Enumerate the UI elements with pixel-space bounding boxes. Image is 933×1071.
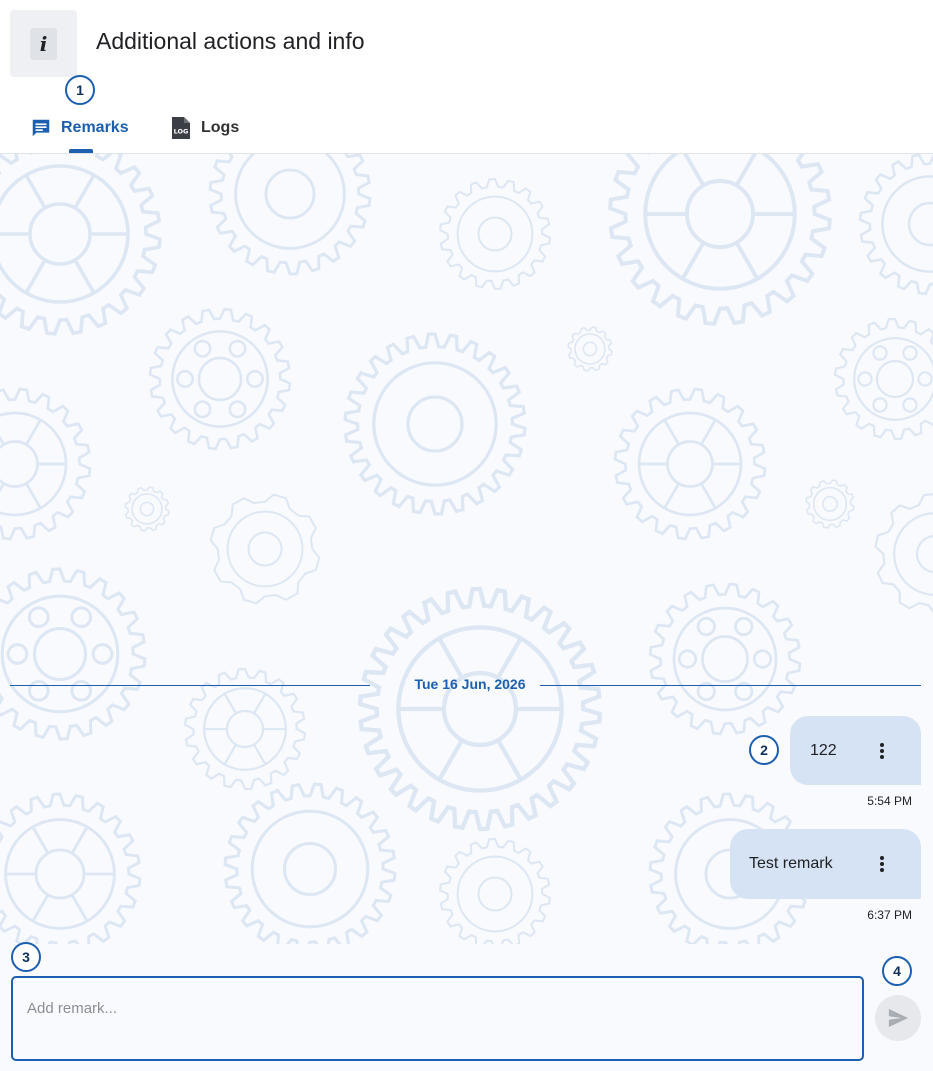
svg-text:LOG: LOG [174, 128, 189, 136]
active-tab-indicator [69, 149, 93, 153]
remarks-thread[interactable]: Tue 16 Jun, 2026 122 5:54 PM Test remark [0, 154, 933, 944]
gear-shape [0, 387, 92, 541]
message-time: 6:37 PM [867, 908, 912, 922]
date-label: Tue 16 Jun, 2026 [414, 676, 526, 692]
panel-title: Additional actions and info [96, 28, 365, 54]
date-separator-line-left [10, 685, 370, 686]
callout-2: 2 [749, 735, 779, 765]
gear-shape [439, 837, 551, 944]
more-vert-icon [880, 856, 884, 872]
message-menu-button[interactable] [877, 716, 887, 785]
message-text: 122 [810, 741, 837, 759]
gear-shape [0, 567, 147, 741]
callout-1: 1 [65, 75, 95, 105]
send-icon [888, 1008, 908, 1028]
gear-shape [648, 582, 802, 736]
gear-shape [208, 154, 372, 276]
remark-input[interactable] [11, 976, 864, 1061]
gear-shape [439, 177, 551, 291]
gear-shape [608, 154, 832, 326]
message-menu-button[interactable] [877, 829, 887, 899]
message-text: Test remark [749, 855, 833, 872]
message-bubble: 122 [790, 716, 921, 785]
callout-4: 4 [882, 956, 912, 986]
gear-shape [343, 332, 527, 516]
info-icon: i [30, 28, 57, 60]
tab-logs[interactable]: LOG Logs [170, 110, 239, 146]
date-separator-line-right [540, 685, 921, 686]
comment-icon [32, 119, 50, 137]
tab-remarks[interactable]: Remarks [30, 110, 129, 146]
tab-bar: Remarks LOG Logs [0, 80, 933, 154]
more-vert-icon [880, 742, 884, 759]
gear-pattern [0, 154, 933, 944]
gear-shape [874, 493, 933, 614]
gear-shape [805, 479, 855, 529]
gear-shape [357, 586, 603, 832]
gear-shape [833, 317, 933, 441]
remark-composer [0, 944, 933, 1071]
gear-shape [124, 486, 170, 532]
gear-shape [0, 792, 142, 944]
gear-shape [209, 493, 321, 605]
gear-shape [223, 782, 397, 944]
tab-logs-label: Logs [201, 119, 240, 136]
callout-3: 3 [11, 942, 41, 972]
date-separator: Tue 16 Jun, 2026 [10, 674, 921, 698]
gear-shape [613, 387, 767, 541]
message-bubble: Test remark [730, 829, 921, 899]
gear-shape [858, 154, 933, 296]
gear-shape [148, 307, 292, 451]
send-button[interactable] [875, 995, 921, 1041]
info-button[interactable]: i [10, 10, 77, 77]
remarks-panel: i Additional actions and info Remarks LO… [0, 0, 933, 1071]
gear-shape [0, 154, 162, 336]
panel-header: i Additional actions and info [0, 0, 933, 80]
tab-remarks-label: Remarks [61, 119, 129, 136]
log-file-icon: LOG [172, 117, 190, 139]
gear-shape [567, 326, 613, 372]
message-time: 5:54 PM [867, 794, 912, 808]
